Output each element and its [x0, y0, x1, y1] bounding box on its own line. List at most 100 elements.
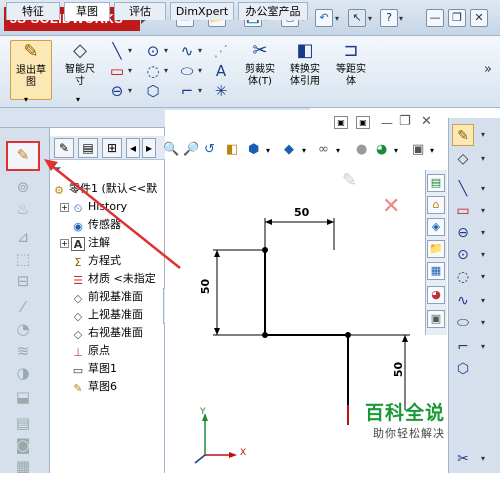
chevron-down-icon[interactable]: ▾	[266, 146, 270, 155]
help-icon[interactable]: ?	[380, 9, 398, 27]
tab-evaluate[interactable]: 评估	[114, 2, 166, 20]
slot-icon[interactable]: ⊖	[108, 82, 126, 100]
tab-sketch[interactable]: 草图	[64, 2, 110, 21]
nav-left-icon[interactable]: ◂	[126, 138, 140, 158]
chevron-down-icon[interactable]: ▾	[128, 46, 132, 55]
doc-restore-button[interactable]: ❐	[399, 114, 411, 129]
fillet-icon[interactable]: ⌐	[178, 82, 196, 100]
tab-features[interactable]: 特征	[6, 2, 60, 20]
chevron-down-icon[interactable]: ▾	[481, 318, 485, 327]
polygon-icon[interactable]: ⬡	[452, 358, 474, 380]
arc-icon[interactable]: ◌	[144, 62, 162, 80]
polygon-icon[interactable]: ⬡	[144, 82, 162, 100]
tree-item-sketch6[interactable]: ✎ 草图6	[71, 378, 117, 395]
tree-item-material[interactable]: ☰ 材质 <未指定	[71, 270, 156, 287]
zoom-area-icon[interactable]: 🔎	[183, 142, 199, 157]
restore-button[interactable]: ❐	[448, 9, 466, 27]
window-tile-icon[interactable]: ▣	[356, 116, 370, 129]
chevron-down-icon[interactable]: ▾	[198, 46, 202, 55]
home-icon[interactable]: ⌂	[427, 196, 445, 214]
tool-icon[interactable]: ⬚	[10, 248, 36, 270]
tool-icon[interactable]: ⊿	[10, 226, 36, 248]
chevron-down-icon[interactable]: ▾	[128, 66, 132, 75]
minimize-button[interactable]: —	[426, 9, 444, 27]
chevron-down-icon[interactable]: ▾	[198, 66, 202, 75]
chevron-down-icon[interactable]: ▾	[481, 272, 485, 281]
doc-minimize-button[interactable]: —	[381, 116, 393, 130]
offset-entities-button[interactable]: ⊐ 等距实 体	[330, 40, 372, 100]
tool-icon[interactable]: ⬓	[10, 386, 36, 408]
text-icon[interactable]: A	[212, 62, 230, 80]
smart-dimension-icon[interactable]: ◇	[452, 148, 474, 170]
tab-dimxpert[interactable]: DimXpert	[170, 2, 234, 20]
configuration-icon[interactable]: ⊞	[102, 138, 122, 158]
chevron-down-icon[interactable]: ▾	[481, 296, 485, 305]
tool-icon[interactable]: ⁄	[10, 296, 36, 318]
circle-icon[interactable]: ⊙	[144, 42, 162, 60]
chevron-down-icon[interactable]: ▾	[481, 250, 485, 259]
zoom-fit-icon[interactable]: 🔍	[163, 142, 179, 157]
select-cursor-icon[interactable]: ↖	[348, 9, 366, 27]
close-button[interactable]: ✕	[470, 9, 488, 27]
chevron-down-icon[interactable]: ▾	[24, 95, 28, 104]
tool-icon[interactable]: ◙	[10, 434, 36, 456]
fillet-icon[interactable]: ⌐	[452, 336, 474, 358]
chevron-down-icon[interactable]: ▾	[430, 146, 434, 155]
view-orientation-icon[interactable]: ⬢	[248, 142, 259, 157]
chevron-down-icon[interactable]: ▾	[336, 146, 340, 155]
expand-icon[interactable]: +	[60, 203, 69, 212]
vertical-dimension-label-right[interactable]: 50	[392, 362, 405, 377]
tree-item-equations[interactable]: Σ 方程式	[71, 252, 121, 269]
section-view-icon[interactable]: ◧	[226, 142, 238, 157]
view-settings-icon[interactable]: ▣	[412, 142, 424, 157]
filter-icon[interactable]: ⏷	[52, 162, 62, 176]
rectangle-icon[interactable]: ▭	[108, 62, 126, 80]
tool-icon[interactable]: ▤	[10, 412, 36, 434]
sketch-tool-icon[interactable]: ✎	[10, 144, 36, 166]
property-manager-icon[interactable]: ▤	[78, 138, 98, 158]
tree-item-annotations[interactable]: + A 注解	[60, 234, 110, 251]
view-palette-icon[interactable]: ▦	[427, 262, 445, 280]
design-library-icon[interactable]: ◈	[427, 218, 445, 236]
chevron-down-icon[interactable]: ▾	[481, 454, 485, 463]
tree-item-history[interactable]: + ⏲ History	[60, 198, 127, 215]
tree-item-front-plane[interactable]: ◇ 前视基准面	[71, 288, 143, 305]
hide-show-icon[interactable]: ∞	[318, 142, 329, 157]
point-grid-icon[interactable]: ⋰	[212, 42, 230, 60]
chevron-down-icon[interactable]: ▾	[481, 342, 485, 351]
chevron-down-icon[interactable]: ▾	[394, 146, 398, 155]
horizontal-dimension-label[interactable]: 50	[294, 206, 309, 219]
chevron-down-icon[interactable]: ▾	[481, 184, 485, 193]
tree-item-right-plane[interactable]: ◇ 右视基准面	[71, 324, 143, 341]
point-icon[interactable]: ✳	[212, 82, 230, 100]
tool-icon[interactable]: ⊟	[10, 270, 36, 292]
chevron-down-icon[interactable]: ▾	[481, 228, 485, 237]
spline-icon[interactable]: ∿	[178, 42, 196, 60]
slot-icon[interactable]: ⊖	[452, 222, 474, 244]
appearances-icon[interactable]: ◕	[427, 286, 445, 304]
arc-icon[interactable]: ◌	[452, 266, 474, 288]
expand-icon[interactable]: +	[60, 239, 69, 248]
chevron-down-icon[interactable]: ▾	[481, 154, 485, 163]
chevron-down-icon[interactable]: ▾	[128, 86, 132, 95]
line-icon[interactable]: ╲	[452, 178, 474, 200]
chevron-down-icon[interactable]: ▾	[76, 95, 80, 104]
tool-icon[interactable]: ◑	[10, 362, 36, 384]
chevron-down-icon[interactable]: ▾	[164, 46, 168, 55]
tool-icon[interactable]: ♨	[10, 198, 36, 220]
chevron-down-icon[interactable]: ▾	[368, 14, 372, 23]
chevron-down-icon[interactable]: ▾	[302, 146, 306, 155]
chevron-down-icon[interactable]: ▾	[335, 14, 339, 23]
circle-icon[interactable]: ⊙	[452, 244, 474, 266]
scene-icon[interactable]: ◕	[376, 142, 387, 157]
tab-office-products[interactable]: 办公室产品	[238, 2, 308, 20]
exit-sketch-button[interactable]: ✎ 退出草 图	[10, 40, 52, 100]
line-icon[interactable]: ╲	[108, 42, 126, 60]
display-style-icon[interactable]: ◆	[284, 142, 294, 157]
chevron-down-icon[interactable]: ▾	[481, 130, 485, 139]
chevron-down-icon[interactable]: ▾	[481, 206, 485, 215]
appearance-icon[interactable]: ●	[356, 142, 367, 157]
tree-item-top-plane[interactable]: ◇ 上视基准面	[71, 306, 143, 323]
ribbon-more-button[interactable]: »	[484, 62, 492, 77]
spline-icon[interactable]: ∿	[452, 290, 474, 312]
